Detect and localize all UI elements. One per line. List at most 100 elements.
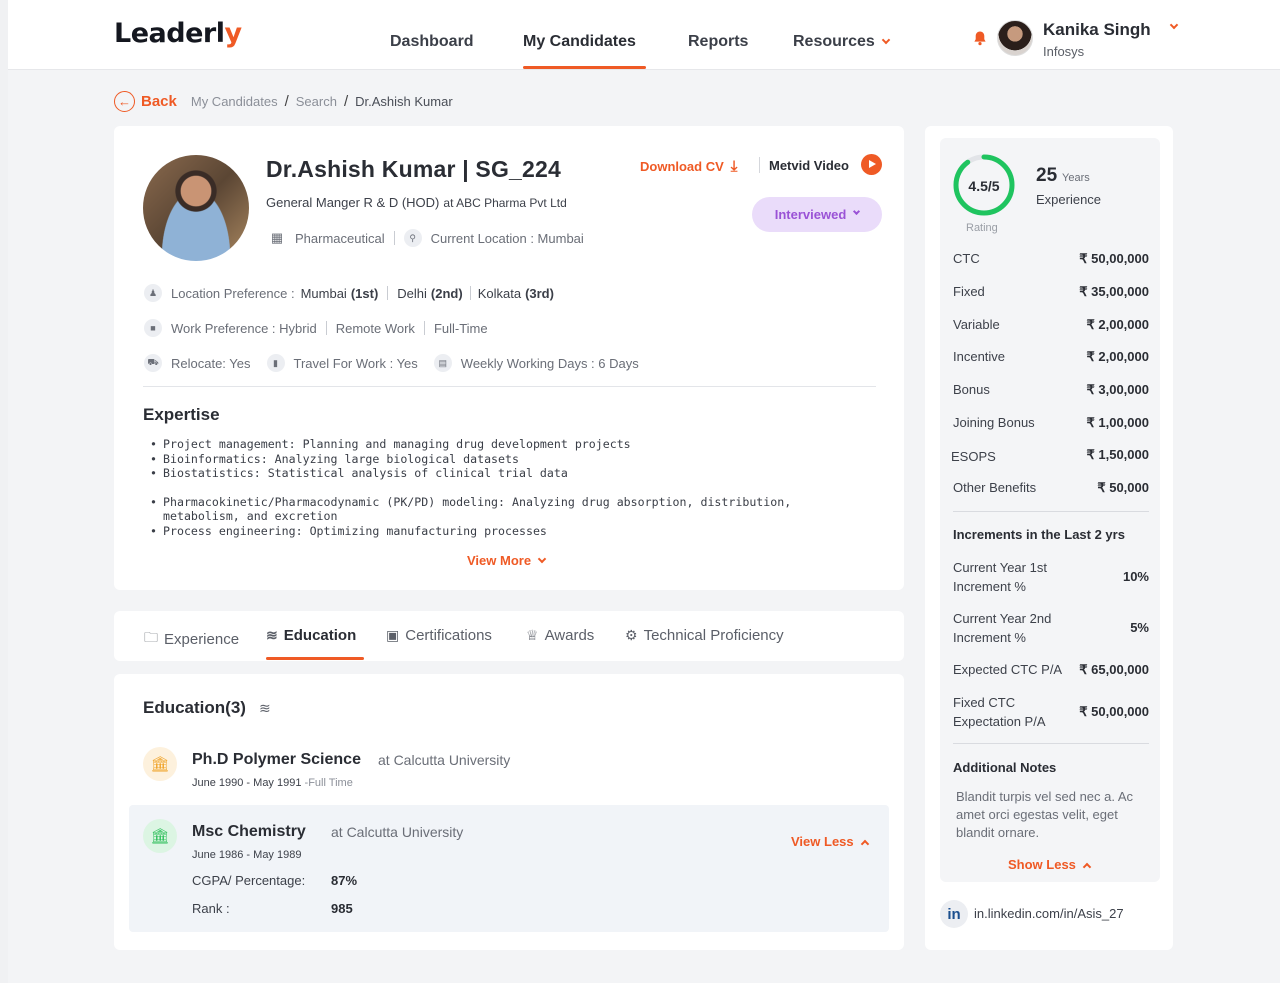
nav-reports[interactable]: Reports	[688, 33, 748, 51]
education-type: -Full Time	[304, 777, 353, 789]
status-dropdown[interactable]: Interviewed	[752, 197, 882, 232]
tab-certifications[interactable]: ▣ Certifications	[386, 627, 492, 644]
play-icon[interactable]	[861, 154, 882, 175]
industry-label: Pharmaceutical	[295, 230, 385, 246]
location-pref-1-rank: (1st)	[350, 285, 379, 301]
education-institution: at Calcutta University	[378, 752, 511, 768]
expected-ctc-label: Expected CTC P/A	[953, 662, 1063, 677]
user-menu-chevron-icon[interactable]	[1169, 20, 1179, 30]
travel-status: Travel For Work : Yes	[293, 355, 418, 371]
profile-tabs: 🗀 Experience ≋ Education ▣ Certifications ♕…	[114, 611, 904, 661]
user-organization: Infosys	[1043, 44, 1085, 59]
breadcrumb: ← Back My Candidates / Search / Dr.Ashis…	[114, 90, 453, 112]
additional-notes: Blandit turpis vel sed nec a. Ac amet or…	[956, 789, 1134, 840]
increment-2-label: Current Year 2nd Increment %	[953, 611, 1052, 645]
fixed-ctc-value: ₹ 50,00,000	[1079, 704, 1149, 719]
show-less-button[interactable]: Show Less	[1008, 857, 1092, 872]
joining-bonus-label: Joining Bonus	[953, 415, 1035, 430]
divider	[325, 321, 327, 335]
expected-ctc-value: ₹ 65,00,000	[1079, 662, 1149, 677]
location-pref-3: Kolkata (3rd)	[478, 286, 554, 301]
tab-awards[interactable]: ♕ Awards	[526, 627, 594, 644]
brand-logo[interactable]: Leaderly	[114, 18, 242, 49]
nav-dashboard[interactable]: Dashboard	[390, 33, 474, 51]
experience-years: 25	[1036, 165, 1058, 186]
certificate-icon: ▣	[386, 627, 400, 643]
breadcrumb-search[interactable]: Search	[296, 94, 337, 109]
user-avatar[interactable]	[997, 20, 1033, 56]
section-divider	[953, 511, 1149, 512]
user-name[interactable]: Kanika Singh	[1043, 20, 1151, 40]
cgpa-value: 87%	[331, 873, 358, 888]
cgpa-label: CGPA/ Percentage:	[192, 873, 306, 888]
list-item: Project management: Planning and managin…	[150, 437, 850, 452]
education-date-range: June 1990 - May 1991	[192, 777, 302, 789]
fixed-ctc-label: Fixed CTC Expectation P/A	[953, 695, 1046, 729]
relocation-row: ⛟ Relocate: Yes ▮ Travel For Work : Yes …	[144, 354, 639, 372]
view-less-label: View Less	[791, 834, 854, 849]
linkedin-link[interactable]: in.linkedin.com/in/Asis_27	[974, 906, 1124, 921]
divider	[469, 286, 471, 300]
work-preference: Work Preference : Hybrid	[171, 320, 317, 336]
view-less-button[interactable]: View Less	[791, 834, 869, 849]
list-item: Pharmacokinetic/Pharmacodynamic (PK/PD) …	[150, 495, 850, 524]
breadcrumb-separator: /	[284, 92, 289, 110]
fixed-value: ₹ 35,00,000	[1079, 284, 1149, 299]
work-pref-remote: Remote Work	[335, 320, 415, 336]
view-more-button[interactable]: View More	[467, 553, 547, 568]
education-degree: Msc Chemistry	[192, 823, 306, 840]
download-cv-button[interactable]: Download CV ⤓	[640, 158, 737, 175]
chevron-down-icon	[537, 554, 547, 564]
tab-experience-label: Experience	[164, 630, 240, 648]
list-item: Bioinformatics: Analyzing large biologic…	[150, 452, 850, 467]
location-pref-3-rank: (3rd)	[525, 285, 554, 301]
chevron-down-icon	[853, 207, 861, 216]
location-preference-label: Location Preference :	[171, 285, 295, 301]
list-item: Biostatistics: Statistical analysis of c…	[150, 466, 850, 481]
list-item: Process engineering: Optimizing manufact…	[150, 524, 850, 539]
work-preference-row: ■ Work Preference : Hybrid Remote Work F…	[144, 319, 488, 337]
show-less-label: Show Less	[1008, 857, 1076, 872]
relocate-status: Relocate: Yes	[171, 355, 251, 371]
education-institution: at Calcutta University	[331, 824, 464, 840]
joining-bonus-value: ₹ 1,00,000	[1086, 415, 1150, 430]
location-pref-3-city: Kolkata	[477, 285, 522, 301]
chevron-down-icon	[881, 35, 891, 45]
luggage-icon: ▮	[266, 354, 285, 372]
candidate-photo	[143, 155, 249, 261]
tab-awards-label: Awards	[544, 627, 595, 644]
bell-icon[interactable]	[972, 30, 988, 46]
nav-resources[interactable]: Resources	[793, 33, 891, 51]
tab-technical-proficiency[interactable]: ⚙ Technical Proficiency	[625, 627, 784, 644]
increments-heading: Increments in the Last 2 yrs	[953, 527, 1125, 542]
back-button[interactable]: Back	[141, 93, 177, 110]
chevron-up-icon	[860, 839, 869, 849]
status-label: Interviewed	[774, 207, 847, 222]
expertise-list: Project management: Planning and managin…	[150, 437, 850, 538]
increment-2-value: 5%	[1130, 620, 1149, 635]
increment-1-value: 10%	[1122, 569, 1149, 584]
gear-icon: ⚙	[625, 627, 638, 643]
active-tab-indicator	[266, 657, 364, 660]
nav-my-candidates[interactable]: My Candidates	[523, 33, 636, 51]
back-arrow-icon[interactable]: ←	[114, 90, 135, 112]
breadcrumb-my-candidates[interactable]: My Candidates	[191, 94, 278, 109]
breadcrumb-current: Dr.Ashish Kumar	[355, 93, 453, 109]
work-pref-fulltime: Full-Time	[433, 320, 488, 336]
divider	[387, 286, 389, 300]
top-navbar: Leaderly Dashboard My Candidates Reports…	[8, 0, 1280, 70]
section-divider	[143, 386, 876, 387]
tab-experience[interactable]: 🗀 Experience	[144, 627, 239, 651]
linkedin-icon[interactable]: in	[940, 900, 968, 928]
divider	[423, 321, 425, 335]
candidate-profile-card: Dr.Ashish Kumar | SG_224 General Manger …	[114, 126, 904, 590]
rating-value: 4.5/5	[968, 178, 1000, 194]
education-degree: Ph.D Polymer Science	[192, 751, 361, 768]
university-icon: 🏛	[143, 747, 177, 781]
person-pin-icon: ♟	[144, 284, 162, 302]
graduation-cap-icon: ≋	[266, 627, 278, 643]
metvid-video-link[interactable]: Metvid Video	[769, 158, 849, 173]
rank-value: 985	[331, 901, 353, 916]
tab-education[interactable]: ≋ Education	[266, 627, 356, 644]
download-cv-label: Download CV	[640, 159, 724, 174]
